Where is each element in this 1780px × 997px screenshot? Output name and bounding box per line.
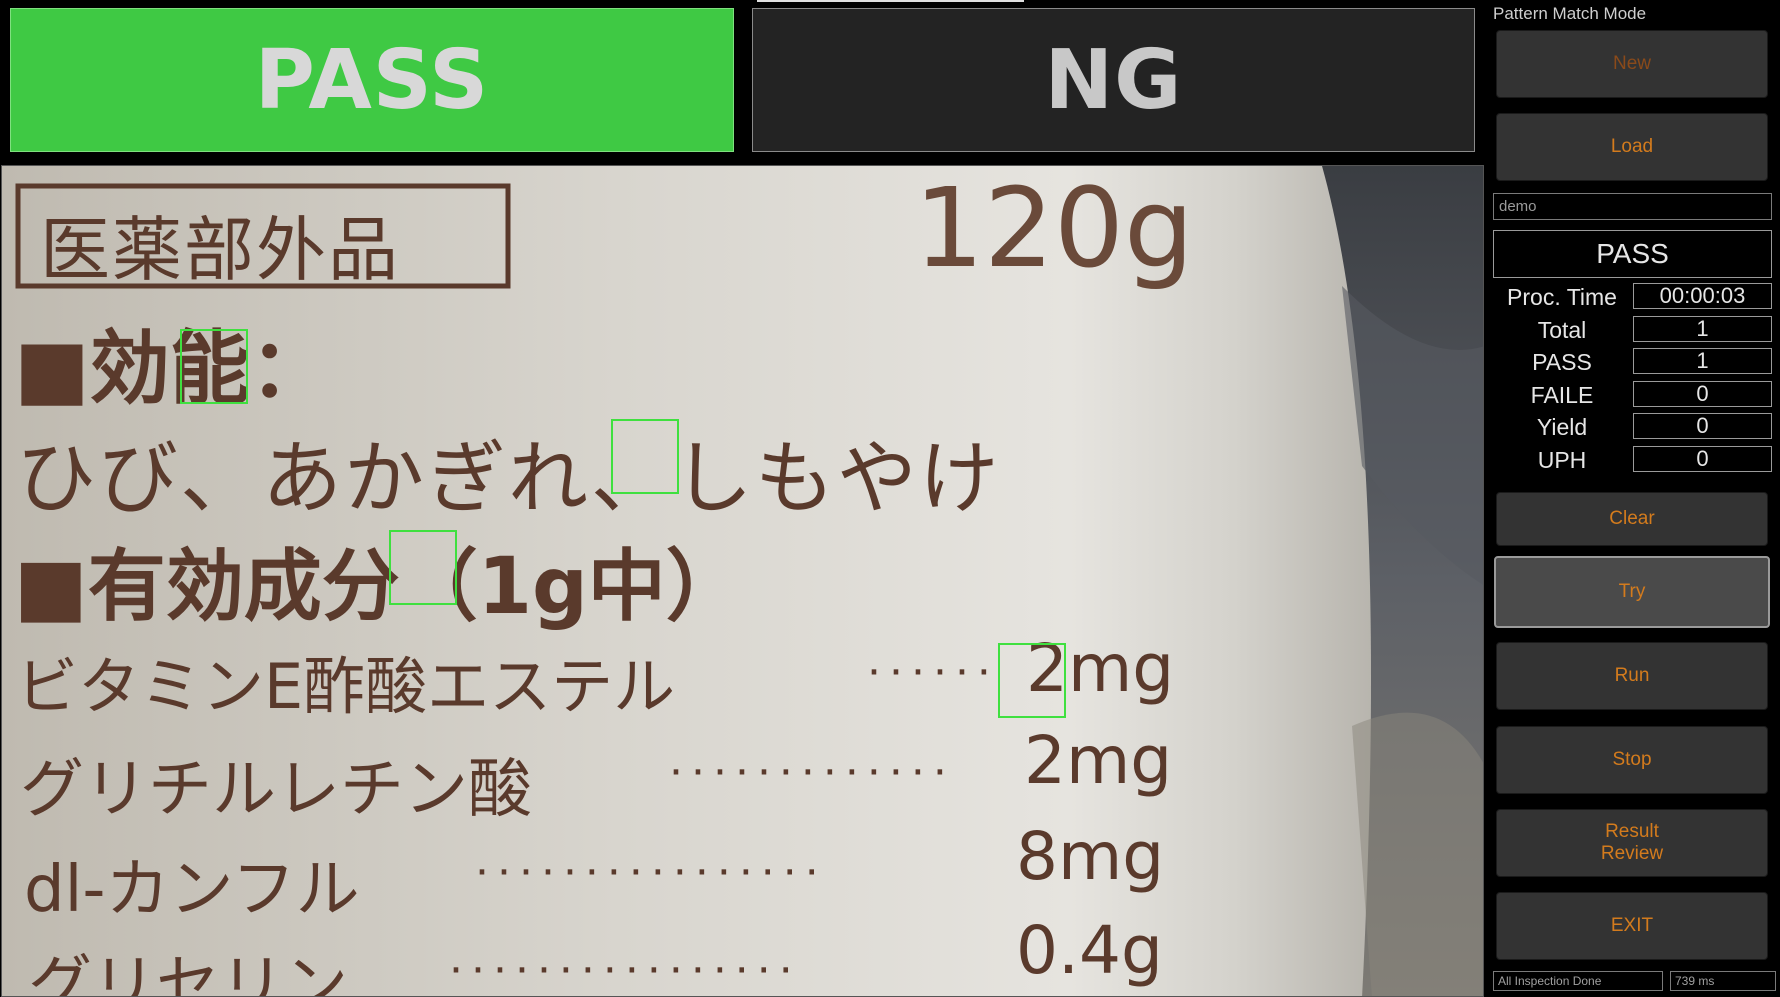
pass-indicator: PASS bbox=[10, 8, 734, 152]
mode-title: Pattern Match Mode bbox=[1493, 4, 1647, 23]
stat-uph: UPH 0 bbox=[1490, 446, 1775, 474]
stat-faile: FAILE 0 bbox=[1490, 381, 1775, 409]
recipe-name-field[interactable] bbox=[1493, 193, 1772, 220]
pattern-match-app: PASS NG 医薬部外品 120g ■効能： ひび、あかぎれ、しもやけ ■有効… bbox=[0, 0, 1780, 997]
ingredient-name: グリチルレチン酸 bbox=[20, 753, 532, 827]
stat-value: 0 bbox=[1633, 381, 1772, 407]
stat-label: Total bbox=[1537, 317, 1587, 343]
label-efficacy-heading: ■効能： bbox=[14, 322, 330, 415]
run-button[interactable]: Run bbox=[1496, 642, 1768, 710]
camera-view: 医薬部外品 120g ■効能： ひび、あかぎれ、しもやけ ■有効成分（1g中） … bbox=[1, 165, 1484, 997]
control-panel: Pattern Match Mode New Load PASS Proc. T… bbox=[1490, 0, 1780, 997]
match-box bbox=[611, 419, 679, 494]
result-review-button[interactable]: Result Review bbox=[1496, 809, 1768, 877]
label-category: 医薬部外品 bbox=[40, 209, 400, 291]
stat-value: 0 bbox=[1633, 446, 1772, 472]
ingredient-dots: ················ bbox=[474, 843, 826, 896]
exit-button[interactable]: EXIT bbox=[1496, 892, 1768, 960]
ingredient-amount: 0.4g bbox=[1016, 912, 1163, 989]
stat-proc-time: Proc. Time 00:00:03 bbox=[1490, 283, 1775, 311]
ingredient-name: グリセリン bbox=[28, 949, 348, 997]
stat-value: 1 bbox=[1633, 348, 1772, 374]
stat-label: UPH bbox=[1537, 447, 1587, 473]
stat-label: Proc. Time bbox=[1507, 284, 1617, 310]
try-button[interactable]: Try bbox=[1494, 556, 1770, 628]
match-box bbox=[998, 643, 1066, 718]
stat-pass: PASS 1 bbox=[1490, 348, 1775, 376]
ingredient-amount: 8mg bbox=[1016, 818, 1165, 895]
ingredient-name: dl-カンフル bbox=[24, 853, 360, 927]
ingredient-row: dl-カンフル ················ 8mg bbox=[24, 818, 1164, 927]
ingredient-dots: ············· bbox=[668, 743, 954, 796]
stat-total: Total 1 bbox=[1490, 316, 1775, 344]
stat-label: FAILE bbox=[1530, 382, 1594, 408]
stat-yield: Yield 0 bbox=[1490, 413, 1775, 441]
stat-label: PASS bbox=[1532, 349, 1592, 375]
new-button[interactable]: New bbox=[1496, 30, 1768, 98]
ingredient-row: グリセリン ················ 0.4g bbox=[28, 912, 1163, 997]
clear-button[interactable]: Clear bbox=[1496, 492, 1768, 546]
match-box bbox=[389, 530, 457, 605]
ingredient-row: ビタミンE酢酸エステル ······ 2mg bbox=[16, 630, 1174, 723]
ingredient-row: グリチルレチン酸 ············· 2mg bbox=[20, 722, 1172, 827]
stat-label: Yield bbox=[1536, 414, 1588, 440]
cycle-time: 739 ms bbox=[1670, 971, 1776, 991]
result-display: PASS bbox=[1493, 230, 1772, 278]
stop-button[interactable]: Stop bbox=[1496, 726, 1768, 794]
label-net-weight: 120g bbox=[914, 165, 1194, 292]
ng-indicator: NG bbox=[752, 8, 1475, 152]
ingredient-dots: ················ bbox=[448, 941, 800, 994]
top-progress-indicator bbox=[757, 0, 1024, 2]
match-box bbox=[180, 329, 248, 404]
stat-value: 1 bbox=[1633, 316, 1772, 342]
status-message: All Inspection Done bbox=[1493, 971, 1663, 991]
ingredient-name: ビタミンE酢酸エステル bbox=[16, 650, 676, 723]
label-ingredients-heading: ■有効成分（1g中） bbox=[14, 542, 744, 632]
ingredient-dots: ······ bbox=[866, 643, 998, 696]
stat-value: 00:00:03 bbox=[1633, 283, 1772, 309]
load-button[interactable]: Load bbox=[1496, 113, 1768, 181]
label-efficacy-text: ひび、あかぎれ、しもやけ bbox=[16, 432, 1001, 525]
ingredient-amount: 2mg bbox=[1024, 722, 1173, 799]
stat-value: 0 bbox=[1633, 413, 1772, 439]
